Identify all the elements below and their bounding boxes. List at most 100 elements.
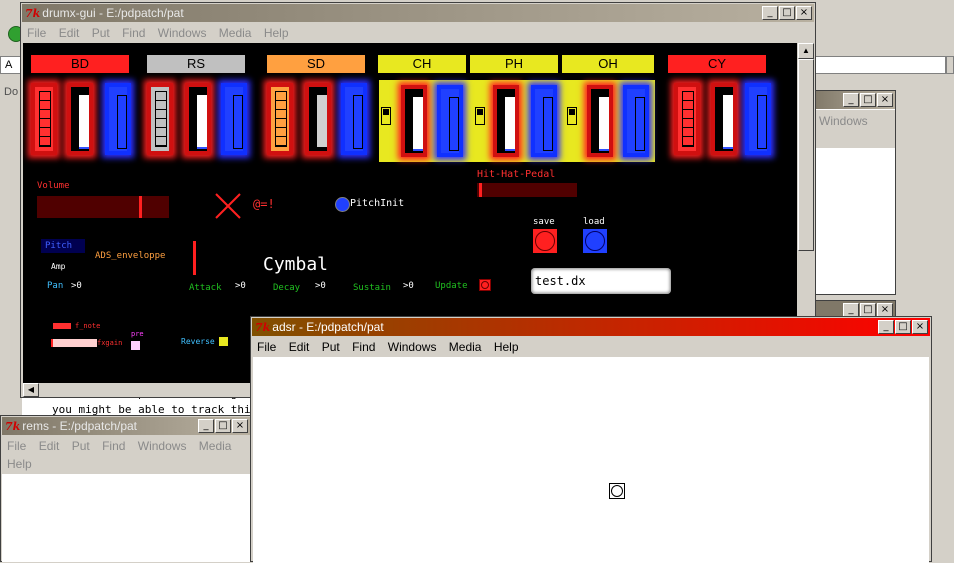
bang-object[interactable] (609, 483, 625, 499)
bd-decay-slider[interactable] (67, 83, 93, 155)
rems-canvas[interactable] (2, 474, 250, 562)
sd-volume-slider[interactable] (341, 83, 367, 155)
hithat-pedal-slider[interactable] (477, 183, 577, 197)
minimize-icon[interactable]: _ (762, 6, 778, 20)
tk-icon: 7k (5, 420, 21, 433)
close-icon[interactable]: × (877, 303, 893, 317)
back-address-dropdown[interactable] (946, 56, 954, 74)
rs-pitch-slider[interactable] (147, 83, 173, 155)
ch-volume-slider[interactable] (437, 85, 463, 157)
load-button[interactable] (583, 229, 607, 253)
scroll-up-icon[interactable]: ▲ (798, 43, 814, 59)
oh-toggle[interactable] (567, 107, 577, 125)
rs-volume-slider[interactable] (221, 83, 247, 155)
close-icon[interactable]: × (796, 6, 812, 20)
menu-edit[interactable]: Edit (39, 439, 60, 453)
menu-file[interactable]: File (257, 340, 276, 354)
save-button[interactable] (533, 229, 557, 253)
menu-windows[interactable]: Windows (158, 26, 207, 40)
maximize-icon[interactable]: □ (860, 93, 876, 107)
menu-put[interactable]: Put (92, 26, 110, 40)
sustain-number[interactable]: >0 (403, 281, 414, 291)
oh-volume-slider[interactable] (623, 85, 649, 157)
minimize-icon[interactable]: _ (843, 303, 859, 317)
scroll-left-icon[interactable]: ◀ (23, 383, 39, 397)
sd-decay-slider[interactable] (305, 83, 331, 155)
pitch-label: Pitch (45, 241, 73, 251)
close-icon[interactable]: × (877, 93, 893, 107)
pre-toggle[interactable] (131, 341, 140, 350)
reverse-toggle[interactable] (219, 337, 228, 346)
menu-windows[interactable]: Windows (388, 340, 437, 354)
back-address-field[interactable]: A (0, 56, 22, 74)
minimize-icon[interactable]: _ (878, 320, 894, 334)
decay-number[interactable]: >0 (315, 281, 326, 291)
fnote-label: f_note (75, 322, 101, 330)
menu-media[interactable]: Media (449, 340, 482, 354)
bd-pitch-slider[interactable] (31, 83, 57, 155)
rems-titlebar[interactable]: 7k rems - E:/pdpatch/pat _ □ × (2, 417, 250, 435)
menu-media[interactable]: Media (219, 26, 252, 40)
menu-help[interactable]: Help (7, 457, 32, 471)
menu-find[interactable]: Find (122, 26, 145, 40)
volume-slider[interactable] (37, 196, 169, 218)
bang-circle-icon (611, 485, 623, 497)
rems-window: 7k rems - E:/pdpatch/pat _ □ × File Edit Pu… (0, 415, 252, 562)
menu-windows[interactable]: Windows (819, 114, 868, 128)
fnote-slider[interactable] (53, 323, 71, 329)
cy-pitch-slider[interactable] (674, 83, 700, 155)
close-x-icon[interactable] (213, 191, 243, 221)
maximize-icon[interactable]: □ (215, 419, 231, 433)
menu-edit[interactable]: Edit (59, 26, 80, 40)
menu-edit[interactable]: Edit (289, 340, 310, 354)
ph-volume-slider[interactable] (531, 85, 557, 157)
bd-volume-slider[interactable] (105, 83, 131, 155)
ph-toggle[interactable] (475, 107, 485, 125)
menu-help[interactable]: Help (494, 340, 519, 354)
oh-decay-slider[interactable] (587, 85, 613, 157)
attack-number[interactable]: >0 (235, 281, 246, 291)
close-icon[interactable]: × (232, 419, 248, 433)
scroll-thumb[interactable] (798, 59, 814, 251)
volume-slider-handle[interactable] (139, 196, 142, 218)
ph-decay-slider[interactable] (493, 85, 519, 157)
hithat-pedal-handle[interactable] (479, 183, 482, 197)
window-title: rems - E:/pdpatch/pat (22, 419, 138, 433)
maximize-icon[interactable]: □ (860, 303, 876, 317)
menu-media[interactable]: Media (199, 439, 232, 453)
minimize-icon[interactable]: _ (198, 419, 214, 433)
close-icon[interactable]: × (912, 320, 928, 334)
sd-pitch-slider[interactable] (267, 83, 293, 155)
back-menu-fragment[interactable]: Do (4, 86, 18, 98)
adsr-canvas[interactable] (253, 357, 929, 563)
back-address-bar[interactable] (814, 56, 946, 74)
menu-file[interactable]: File (7, 439, 26, 453)
ch-toggle[interactable] (381, 107, 391, 125)
minimize-icon[interactable]: _ (843, 93, 859, 107)
maximize-icon[interactable]: □ (779, 6, 795, 20)
maximize-icon[interactable]: □ (895, 320, 911, 334)
drumx-titlebar[interactable]: 7k drumx-gui - E:/pdpatch/pat _ □ × (22, 4, 814, 22)
menu-file[interactable]: File (27, 26, 46, 40)
menu-find[interactable]: Find (102, 439, 125, 453)
adsr-titlebar[interactable]: 7k adsr - E:/pdpatch/pat _ □ × (252, 318, 930, 336)
menu-find[interactable]: Find (352, 340, 375, 354)
menu-put[interactable]: Put (72, 439, 90, 453)
pan-number[interactable]: >0 (71, 281, 82, 291)
menu-help[interactable]: Help (264, 26, 289, 40)
cy-decay-slider[interactable] (711, 83, 737, 155)
at-label[interactable]: @=! (253, 197, 275, 211)
cy-volume-slider[interactable] (745, 83, 771, 155)
menu-windows[interactable]: Windows (138, 439, 187, 453)
update-label: Update (435, 281, 468, 291)
fxgain-slider[interactable] (51, 339, 97, 347)
amp-label[interactable]: Amp (51, 262, 65, 271)
side-window-titlebar[interactable]: _ □ × (813, 91, 895, 109)
pitchinit-bang[interactable] (335, 197, 350, 212)
ch-decay-slider[interactable] (401, 85, 427, 157)
rs-decay-slider[interactable] (185, 83, 211, 155)
hithat-pedal-label: Hit-Hat-Pedal (477, 169, 556, 180)
update-bang[interactable] (479, 279, 491, 291)
menu-put[interactable]: Put (322, 340, 340, 354)
filename-field[interactable]: test.dx (531, 268, 671, 294)
